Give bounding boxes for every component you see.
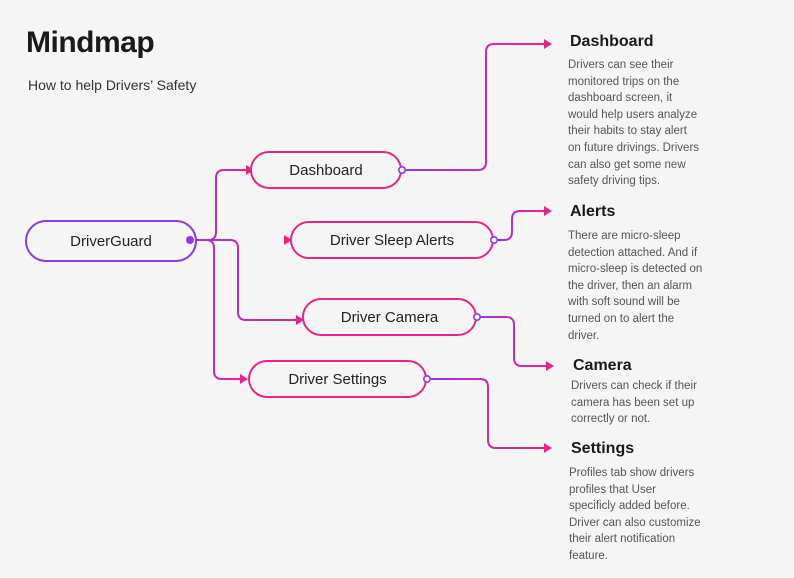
leaf-line: the driver, then an alarm (568, 279, 693, 292)
leaf-line: dashboard screen, it (568, 92, 673, 105)
leaf-line: with soft sound will be (568, 296, 680, 309)
leaf-line: camera has been set up (571, 396, 695, 409)
leaf-description-camera: Drivers can check if their camera has be… (571, 378, 697, 428)
branch-node-label: Driver Camera (340, 308, 439, 326)
leaf-description-alerts: There are micro-sleep detection attached… (568, 228, 702, 344)
leaf-line: on future drivings. Drivers (568, 141, 700, 154)
connector-dashboard-leaf (404, 43, 544, 171)
leaf-line: Drivers can see their (568, 59, 674, 71)
leaf-heading-alerts: Alerts (570, 203, 616, 220)
leaf-line: profiles that User (569, 483, 656, 496)
leaf-line: safety driving tips. (568, 175, 661, 188)
page-subtitle: How to help Drivers’ Safety (28, 77, 197, 93)
leaf-line: There are micro-sleep (568, 230, 681, 242)
connector-root-camera (190, 239, 298, 321)
leaf-line: specificly added before. (569, 500, 690, 513)
root-node-label: DriverGuard (70, 232, 152, 250)
leaf-line: correctly or not. (571, 413, 651, 426)
root-node[interactable]: DriverGuard (25, 220, 197, 262)
connector-root-dashboard (190, 169, 246, 241)
leaf-line: turned on to alert the (568, 312, 675, 325)
page-title: Mindmap (26, 26, 155, 59)
arrowhead-dashboard-leaf (544, 39, 552, 49)
branch-node-label: Dashboard (289, 161, 363, 179)
leaf-line: detection attached. And if (568, 246, 698, 259)
leaf-line: Driver can also customize (569, 516, 701, 529)
connector-sleep-alerts-leaf (496, 210, 544, 241)
branch-node-dashboard[interactable]: Dashboard (250, 151, 402, 189)
leaf-heading-dashboard: Dashboard (570, 33, 654, 50)
leaf-line: feature. (569, 549, 608, 562)
arrowhead-settings-leaf (544, 443, 552, 453)
leaf-heading-camera: Camera (573, 357, 632, 374)
branch-node-camera[interactable]: Driver Camera (302, 298, 477, 336)
branch-node-label: Driver Settings (288, 370, 387, 388)
leaf-line: would help users analyze (568, 108, 698, 121)
leaf-heading-settings: Settings (571, 440, 635, 457)
branch-node-sleep-alerts[interactable]: Driver Sleep Alerts (290, 221, 494, 259)
connector-camera-leaf (479, 316, 546, 367)
branch-node-label: Driver Sleep Alerts (329, 231, 455, 249)
arrowhead-settings-node (240, 374, 248, 384)
leaf-line: driver. (568, 329, 600, 342)
leaf-line: Profiles tab show drivers (569, 467, 695, 479)
leaf-description-dashboard: Drivers can see their monitored trips on… (568, 57, 699, 190)
connector-settings-leaf (429, 378, 544, 449)
leaf-line: micro-sleep is detected on (568, 263, 703, 276)
leaf-description-settings: Profiles tab show drivers profiles that … (569, 465, 701, 565)
leaf-line: Drivers can check if their (571, 380, 697, 392)
leaf-line: their alert notification (569, 533, 676, 546)
leaf-line: monitored trips on the (568, 75, 680, 88)
arrowhead-alerts-leaf (544, 206, 552, 216)
connector-root-settings (190, 239, 240, 380)
branch-node-settings[interactable]: Driver Settings (248, 360, 427, 398)
arrowhead-camera-leaf (546, 361, 554, 371)
leaf-line: can also get some new (568, 158, 686, 171)
leaf-line: their habits to stay alert (568, 125, 687, 138)
